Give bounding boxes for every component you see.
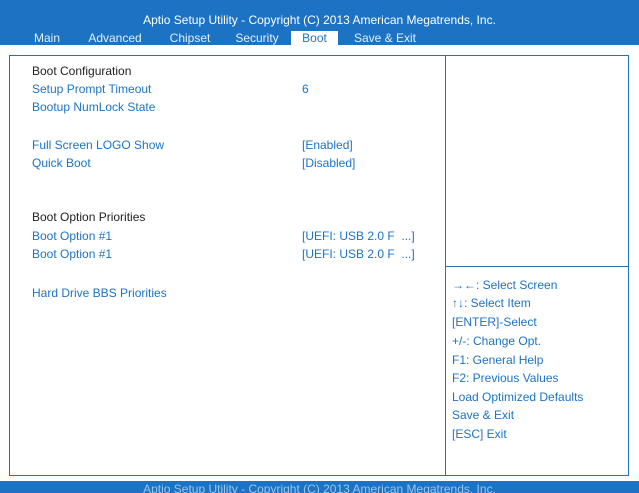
quick-boot-row[interactable]: Quick Boot [Disabled]	[32, 155, 432, 171]
boot-option-value[interactable]: [UEFI: USB 2.0 F ...]	[302, 228, 415, 244]
tab-security[interactable]: Security	[226, 31, 288, 45]
tab-chipset[interactable]: Chipset	[158, 31, 222, 45]
hard-drive-bbs-label: Hard Drive BBS Priorities	[32, 286, 167, 300]
boot-option-label: Boot Option #1	[32, 247, 113, 261]
boot-option-row-1[interactable]: Boot Option #1 [UEFI: USB 2.0 F ...]	[32, 228, 432, 244]
boot-option-row-2[interactable]: Boot Option #1 [UEFI: USB 2.0 F ...]	[32, 246, 432, 262]
help-line-enter-select: [ENTER]-Select	[452, 315, 537, 329]
menu-tabs: Main Advanced Chipset Security Boot Save…	[0, 31, 639, 45]
setup-prompt-timeout-value[interactable]: 6	[302, 81, 309, 97]
utility-title: Aptio Setup Utility - Copyright (C) 2013…	[143, 13, 496, 27]
hard-drive-bbs-row[interactable]: Hard Drive BBS Priorities	[32, 285, 432, 301]
footer-copyright: Aptio Setup Utility - Copyright (C) 2013…	[143, 482, 496, 493]
help-line-general-help: F1: General Help	[452, 353, 544, 367]
tab-main[interactable]: Main	[22, 31, 72, 45]
bootup-numlock-label: Bootup NumLock State	[32, 100, 156, 114]
tab-advanced[interactable]: Advanced	[78, 31, 152, 45]
full-screen-logo-label: Full Screen LOGO Show	[32, 138, 165, 152]
boot-option-label: Boot Option #1	[32, 229, 113, 243]
setup-prompt-timeout-label: Setup Prompt Timeout	[32, 82, 152, 96]
bootup-numlock-row[interactable]: Bootup NumLock State	[32, 99, 432, 115]
title-bar: Aptio Setup Utility - Copyright (C) 2013…	[0, 0, 639, 45]
help-line-load-optimized-defaults: Load Optimized Defaults	[452, 390, 584, 404]
tab-save-exit[interactable]: Save & Exit	[345, 31, 425, 45]
help-line-esc-exit: [ESC] Exit	[452, 427, 507, 441]
help-line-select-item: ↑↓: Select Item	[452, 296, 531, 310]
help-line-save-exit: Save & Exit	[452, 408, 515, 422]
full-screen-logo-value[interactable]: [Enabled]	[302, 137, 353, 153]
tab-boot[interactable]: Boot	[291, 31, 338, 45]
boot-configuration-heading: Boot Configuration	[32, 64, 132, 78]
help-panel: →←: Select Screen ↑↓: Select Item [ENTER…	[445, 55, 629, 476]
full-screen-logo-row[interactable]: Full Screen LOGO Show [Enabled]	[32, 137, 432, 153]
help-divider	[446, 266, 628, 267]
quick-boot-label: Quick Boot	[32, 156, 91, 170]
help-line-select-screen: →←: Select Screen	[452, 278, 558, 292]
help-line-change-opt: +/-: Change Opt.	[452, 334, 542, 348]
boot-option-priorities-heading: Boot Option Priorities	[32, 210, 146, 224]
quick-boot-value[interactable]: [Disabled]	[302, 155, 355, 171]
settings-panel: Boot Configuration Setup Prompt Timeout …	[9, 55, 445, 476]
boot-option-value[interactable]: [UEFI: USB 2.0 F ...]	[302, 246, 415, 262]
help-line-previous-values: F2: Previous Values	[452, 371, 559, 385]
footer-bar: Aptio Setup Utility - Copyright (C) 2013…	[0, 481, 639, 493]
setup-prompt-timeout-row[interactable]: Setup Prompt Timeout 6	[32, 81, 432, 97]
